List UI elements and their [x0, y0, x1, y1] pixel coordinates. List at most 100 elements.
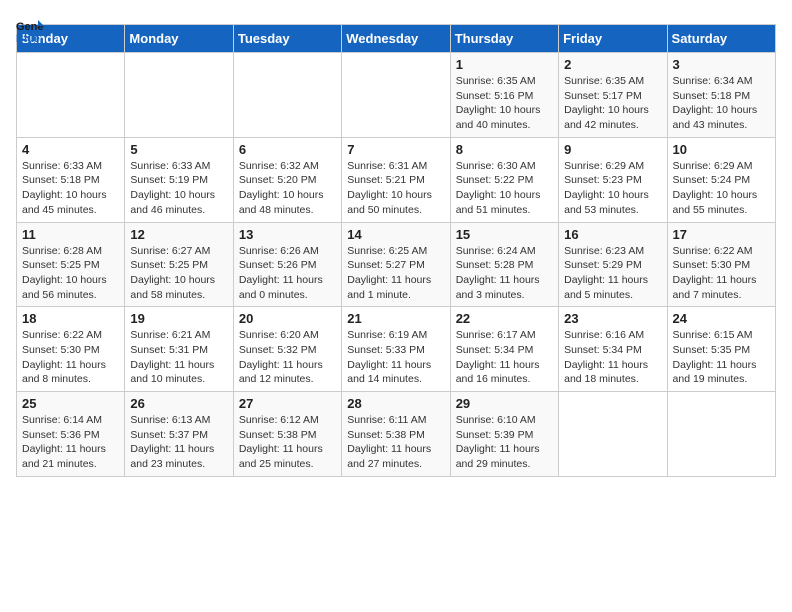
calendar-cell: 21 Sunrise: 6:19 AM Sunset: 5:33 PM Dayli…: [342, 307, 450, 392]
calendar-cell: [667, 392, 775, 477]
day-info: Sunrise: 6:16 AM Sunset: 5:34 PM Dayligh…: [564, 328, 661, 387]
calendar-cell: [559, 392, 667, 477]
calendar-cell: [17, 53, 125, 138]
day-info: Sunrise: 6:12 AM Sunset: 5:38 PM Dayligh…: [239, 413, 336, 472]
day-number: 23: [564, 311, 661, 326]
calendar-cell: 28 Sunrise: 6:11 AM Sunset: 5:38 PM Dayli…: [342, 392, 450, 477]
day-info: Sunrise: 6:17 AM Sunset: 5:34 PM Dayligh…: [456, 328, 553, 387]
day-number: 24: [673, 311, 770, 326]
day-info: Sunrise: 6:29 AM Sunset: 5:23 PM Dayligh…: [564, 159, 661, 218]
day-info: Sunrise: 6:20 AM Sunset: 5:32 PM Dayligh…: [239, 328, 336, 387]
day-number: 14: [347, 227, 444, 242]
day-info: Sunrise: 6:11 AM Sunset: 5:38 PM Dayligh…: [347, 413, 444, 472]
calendar-week-1: 1 Sunrise: 6:35 AM Sunset: 5:16 PM Daylig…: [17, 53, 776, 138]
calendar-cell: 29 Sunrise: 6:10 AM Sunset: 5:39 PM Dayli…: [450, 392, 558, 477]
day-number: 9: [564, 142, 661, 157]
day-info: Sunrise: 6:13 AM Sunset: 5:37 PM Dayligh…: [130, 413, 227, 472]
day-info: Sunrise: 6:33 AM Sunset: 5:19 PM Dayligh…: [130, 159, 227, 218]
day-info: Sunrise: 6:33 AM Sunset: 5:18 PM Dayligh…: [22, 159, 119, 218]
day-number: 17: [673, 227, 770, 242]
calendar-cell: 16Sunrise: 6:23 AM Sunset: 5:29 PM Dayli…: [559, 222, 667, 307]
day-number: 11: [22, 227, 119, 242]
day-number: 26: [130, 396, 227, 411]
day-number: 28: [347, 396, 444, 411]
calendar-cell: 23 Sunrise: 6:16 AM Sunset: 5:34 PM Dayli…: [559, 307, 667, 392]
calendar-week-2: 4 Sunrise: 6:33 AM Sunset: 5:18 PM Daylig…: [17, 137, 776, 222]
day-number: 20: [239, 311, 336, 326]
day-number: 15: [456, 227, 553, 242]
calendar-cell: 10 Sunrise: 6:29 AM Sunset: 5:24 PM Dayli…: [667, 137, 775, 222]
calendar-cell: 2 Sunrise: 6:35 AM Sunset: 5:17 PM Daylig…: [559, 53, 667, 138]
svg-text:Blue: Blue: [16, 33, 40, 44]
day-info: Sunrise: 6:29 AM Sunset: 5:24 PM Dayligh…: [673, 159, 770, 218]
calendar-cell: 9 Sunrise: 6:29 AM Sunset: 5:23 PM Daylig…: [559, 137, 667, 222]
calendar-cell: 27 Sunrise: 6:12 AM Sunset: 5:38 PM Dayli…: [233, 392, 341, 477]
day-number: 22: [456, 311, 553, 326]
day-info: Sunrise: 6:10 AM Sunset: 5:39 PM Dayligh…: [456, 413, 553, 472]
day-number: 6: [239, 142, 336, 157]
day-info: Sunrise: 6:25 AM Sunset: 5:27 PM Dayligh…: [347, 244, 444, 303]
day-info: Sunrise: 6:22 AM Sunset: 5:30 PM Dayligh…: [22, 328, 119, 387]
day-info: Sunrise: 6:35 AM Sunset: 5:16 PM Dayligh…: [456, 74, 553, 133]
day-info: Sunrise: 6:26 AM Sunset: 5:26 PM Dayligh…: [239, 244, 336, 303]
calendar-cell: 13 Sunrise: 6:26 AM Sunset: 5:26 PM Dayli…: [233, 222, 341, 307]
calendar-cell: 25 Sunrise: 6:14 AM Sunset: 5:36 PM Dayli…: [17, 392, 125, 477]
col-header-friday: Friday: [559, 25, 667, 53]
calendar-cell: 6 Sunrise: 6:32 AM Sunset: 5:20 PM Daylig…: [233, 137, 341, 222]
calendar-cell: 4 Sunrise: 6:33 AM Sunset: 5:18 PM Daylig…: [17, 137, 125, 222]
day-number: 19: [130, 311, 227, 326]
calendar-cell: 17 Sunrise: 6:22 AM Sunset: 5:30 PM Dayli…: [667, 222, 775, 307]
calendar-week-5: 25 Sunrise: 6:14 AM Sunset: 5:36 PM Dayli…: [17, 392, 776, 477]
calendar-cell: 1 Sunrise: 6:35 AM Sunset: 5:16 PM Daylig…: [450, 53, 558, 138]
calendar-table: SundayMondayTuesdayWednesdayThursdayFrid…: [16, 24, 776, 477]
calendar-cell: 3 Sunrise: 6:34 AM Sunset: 5:18 PM Daylig…: [667, 53, 775, 138]
day-info: Sunrise: 6:35 AM Sunset: 5:17 PM Dayligh…: [564, 74, 661, 133]
day-info: Sunrise: 6:21 AM Sunset: 5:31 PM Dayligh…: [130, 328, 227, 387]
day-info: Sunrise: 6:34 AM Sunset: 5:18 PM Dayligh…: [673, 74, 770, 133]
day-number: 13: [239, 227, 336, 242]
calendar-cell: 7 Sunrise: 6:31 AM Sunset: 5:21 PM Daylig…: [342, 137, 450, 222]
day-number: 4: [22, 142, 119, 157]
day-number: 2: [564, 57, 661, 72]
calendar-cell: 14 Sunrise: 6:25 AM Sunset: 5:27 PM Dayli…: [342, 222, 450, 307]
day-info: Sunrise: 6:30 AM Sunset: 5:22 PM Dayligh…: [456, 159, 553, 218]
day-number: 27: [239, 396, 336, 411]
day-number: 10: [673, 142, 770, 157]
calendar-cell: [125, 53, 233, 138]
calendar-cell: 26 Sunrise: 6:13 AM Sunset: 5:37 PM Dayli…: [125, 392, 233, 477]
day-info: Sunrise: 6:32 AM Sunset: 5:20 PM Dayligh…: [239, 159, 336, 218]
col-header-tuesday: Tuesday: [233, 25, 341, 53]
day-number: 7: [347, 142, 444, 157]
calendar-cell: 8 Sunrise: 6:30 AM Sunset: 5:22 PM Daylig…: [450, 137, 558, 222]
day-info: Sunrise: 6:24 AM Sunset: 5:28 PM Dayligh…: [456, 244, 553, 303]
day-number: 16: [564, 227, 661, 242]
calendar-week-3: 11Sunrise: 6:28 AM Sunset: 5:25 PM Dayli…: [17, 222, 776, 307]
col-header-wednesday: Wednesday: [342, 25, 450, 53]
day-number: 3: [673, 57, 770, 72]
calendar-cell: 12 Sunrise: 6:27 AM Sunset: 5:25 PM Dayli…: [125, 222, 233, 307]
col-header-saturday: Saturday: [667, 25, 775, 53]
day-info: Sunrise: 6:14 AM Sunset: 5:36 PM Dayligh…: [22, 413, 119, 472]
day-info: Sunrise: 6:27 AM Sunset: 5:25 PM Dayligh…: [130, 244, 227, 303]
calendar-cell: 24 Sunrise: 6:15 AM Sunset: 5:35 PM Dayli…: [667, 307, 775, 392]
calendar-cell: 5Sunrise: 6:33 AM Sunset: 5:19 PM Daylig…: [125, 137, 233, 222]
day-number: 1: [456, 57, 553, 72]
day-number: 18: [22, 311, 119, 326]
day-number: 25: [22, 396, 119, 411]
day-number: 12: [130, 227, 227, 242]
logo: General Blue: [16, 16, 48, 44]
calendar-cell: [342, 53, 450, 138]
day-number: 29: [456, 396, 553, 411]
day-number: 21: [347, 311, 444, 326]
calendar-cell: [233, 53, 341, 138]
calendar-cell: 15 Sunrise: 6:24 AM Sunset: 5:28 PM Dayli…: [450, 222, 558, 307]
day-info: Sunrise: 6:31 AM Sunset: 5:21 PM Dayligh…: [347, 159, 444, 218]
calendar-cell: 22 Sunrise: 6:17 AM Sunset: 5:34 PM Dayli…: [450, 307, 558, 392]
day-info: Sunrise: 6:19 AM Sunset: 5:33 PM Dayligh…: [347, 328, 444, 387]
day-info: Sunrise: 6:22 AM Sunset: 5:30 PM Dayligh…: [673, 244, 770, 303]
calendar-cell: 18 Sunrise: 6:22 AM Sunset: 5:30 PM Dayli…: [17, 307, 125, 392]
day-number: 8: [456, 142, 553, 157]
calendar-cell: 11Sunrise: 6:28 AM Sunset: 5:25 PM Dayli…: [17, 222, 125, 307]
day-info: Sunrise: 6:15 AM Sunset: 5:35 PM Dayligh…: [673, 328, 770, 387]
col-header-monday: Monday: [125, 25, 233, 53]
